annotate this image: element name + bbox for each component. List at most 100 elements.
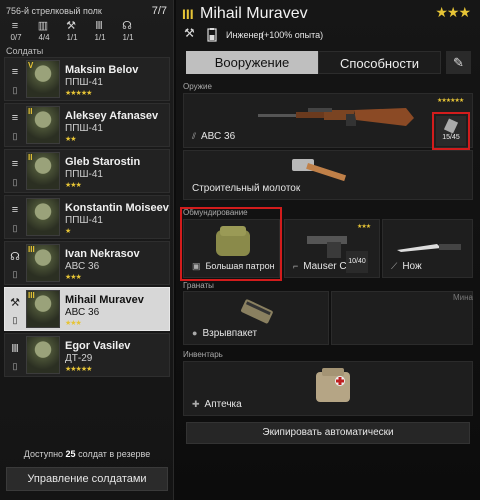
knife-label-wrap: ⟋ Нож xyxy=(391,261,422,272)
soldier-rank: II xyxy=(28,107,33,116)
primary-weapon-stars: ★★★★★★ xyxy=(437,98,464,104)
grenade-label: Взрывпакет xyxy=(202,328,258,339)
class-count-4[interactable]: ☊ 1/1 xyxy=(114,20,142,44)
primary-weapon-label: АВС 36 xyxy=(201,131,236,142)
soldiers-label: Солдаты xyxy=(6,46,44,56)
soldier-class-icon: ☊ xyxy=(10,251,20,263)
soldier-row[interactable]: ≡ ▯ II Gleb Starostin ППШ-41 ★★★ xyxy=(4,149,170,193)
radio-icon: ☊ xyxy=(122,20,132,32)
class-count-value: 0/7 xyxy=(10,33,22,42)
class-count-0[interactable]: ≡ 0/7 xyxy=(2,20,30,44)
grenade-class-icon: ● xyxy=(192,328,198,338)
inventory-slot[interactable]: ✚ Аптечка xyxy=(183,361,473,416)
primary-weapon-slot[interactable]: ★★★★★★ ⫽ АВС 36 xyxy=(183,93,473,148)
pistol-ammo-box[interactable]: 10/40 xyxy=(346,251,368,273)
soldier-weapon: ППШ-41 xyxy=(65,123,103,134)
soldier-battery-icon: ▯ xyxy=(12,131,18,141)
soldier-row[interactable]: Ⅲ ▯ Egor Vasilev ДТ-29 ★★★★★ xyxy=(4,333,170,377)
tab-abilities[interactable]: Способности xyxy=(318,51,441,74)
mine-slot[interactable] xyxy=(331,291,473,345)
soldier-stars: ★ xyxy=(65,228,71,235)
manage-soldiers-button[interactable]: Управление солдатами xyxy=(6,467,168,491)
pistol-stars: ★★★ xyxy=(357,224,371,230)
soldier-rank: II xyxy=(28,153,33,162)
class-count-value: 1/1 xyxy=(66,33,78,42)
soldier-weapon: АВС 36 xyxy=(65,307,100,318)
rifle-icon xyxy=(258,108,414,126)
squad-count: 7/7 xyxy=(151,5,167,17)
pistol-class-icon: ⌐ xyxy=(293,261,299,271)
soldier-rank: V xyxy=(28,61,34,70)
soldier-row[interactable]: ⚒ ▯ III Mihail Muravev АВС 36 ★★★ xyxy=(4,287,170,331)
loadout-panel: III Mihail Muravev ★★★ ⚒ Инженер (+100% … xyxy=(176,0,480,500)
knife-slot[interactable]: ⟋ Нож xyxy=(382,219,473,278)
soldier-stars: ★★★ xyxy=(65,182,82,189)
soldier-name: Maksim Belov xyxy=(65,64,139,76)
hero-class: Инженер xyxy=(226,30,264,40)
soldier-class-icon: ≡ xyxy=(11,158,19,170)
medkit-class-icon: ✚ xyxy=(192,399,200,409)
squad-panel: 756-й стрелковый полк 7/7 ≡ 0/7 ▥ 4/4 ⚒ 1/1 Ⅲ 1… xyxy=(0,0,174,500)
soldier-battery-icon: ▯ xyxy=(12,85,18,95)
soldier-row[interactable]: ☊ ▯ III Ivan Nekrasov АВС 36 ★★★ xyxy=(4,241,170,285)
hero-rank-badge: III xyxy=(182,6,194,22)
soldier-class-icon: ≡ xyxy=(11,112,19,124)
soldier-name: Konstantin Moiseev xyxy=(65,202,169,214)
soldier-stars: ★★★★★ xyxy=(65,90,92,97)
soldier-class-icon: ≡ xyxy=(11,204,19,216)
section-inventory-label: Инвентарь xyxy=(183,350,223,359)
assault-icon: ≡ xyxy=(11,20,19,32)
soldier-battery-icon: ▯ xyxy=(12,269,18,279)
pouch-highlight xyxy=(180,207,282,281)
soldier-weapon: ППШ-41 xyxy=(65,215,103,226)
soldier-rank: III xyxy=(28,245,35,254)
soldier-row[interactable]: ≡ ▯ II Aleksey Afanasev ППШ-41 ★★ xyxy=(4,103,170,147)
knife-class-icon: ⟋ xyxy=(391,261,398,271)
soldier-row[interactable]: ≡ ▯ Konstantin Moiseev ППШ-41 ★ xyxy=(4,195,170,239)
engineer-icon: ⚒ xyxy=(66,20,76,32)
soldier-stars: ★★★★★ xyxy=(65,366,92,373)
reserve-count: 25 xyxy=(65,449,76,459)
class-count-value: 1/1 xyxy=(94,33,106,42)
soldier-stars: ★★★ xyxy=(65,274,82,281)
soldier-rank: III xyxy=(28,291,35,300)
soldier-weapon: ППШ-41 xyxy=(65,77,103,88)
tool-label: Строительный молоток xyxy=(192,183,301,194)
knife-icon xyxy=(397,244,461,252)
edit-pencil-button[interactable]: ✎ xyxy=(446,51,471,74)
class-count-value: 1/1 xyxy=(122,33,134,42)
tab-weapons[interactable]: Вооружение xyxy=(186,51,318,74)
regiment-title: 756-й стрелковый полк xyxy=(6,6,102,16)
section-weapon-label: Оружие xyxy=(183,82,212,91)
auto-equip-button[interactable]: Экипировать автоматически xyxy=(186,422,470,444)
soldier-name: Ivan Nekrasov xyxy=(65,248,140,260)
soldier-weapon: ДТ-29 xyxy=(65,353,93,364)
engineer-class-icon: ⚒ xyxy=(184,26,195,40)
soldier-name: Gleb Starostin xyxy=(65,156,141,168)
soldier-battery-icon: ▯ xyxy=(12,361,18,371)
soldier-class-icon: ≡ xyxy=(11,66,19,78)
gunner-icon: Ⅲ xyxy=(95,20,103,32)
soldier-portrait xyxy=(26,198,60,236)
class-count-2[interactable]: ⚒ 1/1 xyxy=(58,20,86,44)
soldier-portrait xyxy=(26,336,60,374)
soldier-battery-icon: ▯ xyxy=(12,223,18,233)
grenade-label-wrap: ● Взрывпакет xyxy=(192,328,257,339)
grenade-slot[interactable]: ● Взрывпакет xyxy=(183,291,329,345)
soldier-battery-icon: ▯ xyxy=(12,177,18,187)
knife-label: Нож xyxy=(402,261,422,272)
class-count-1[interactable]: ▥ 4/4 xyxy=(30,20,58,44)
soldier-row[interactable]: ≡ ▯ V Maksim Belov ППШ-41 ★★★★★ xyxy=(4,57,170,101)
tool-slot[interactable]: Строительный молоток xyxy=(183,150,473,200)
class-count-3[interactable]: Ⅲ 1/1 xyxy=(86,20,114,44)
soldier-weapon: ППШ-41 xyxy=(65,169,103,180)
soldier-name: Aleksey Afanasev xyxy=(65,110,159,122)
medkit-icon xyxy=(316,368,350,402)
hero-name: Mihail Muravev xyxy=(200,5,308,22)
class-count-row: ≡ 0/7 ▥ 4/4 ⚒ 1/1 Ⅲ 1/1 ☊ 1/1 xyxy=(2,20,172,44)
soldier-name: Mihail Muravev xyxy=(65,294,144,306)
battery-icon xyxy=(207,28,217,42)
mine-label: Мина xyxy=(453,293,473,302)
medkit-label-wrap: ✚ Аптечка xyxy=(192,399,242,410)
reserve-prefix: Доступно xyxy=(23,449,66,459)
